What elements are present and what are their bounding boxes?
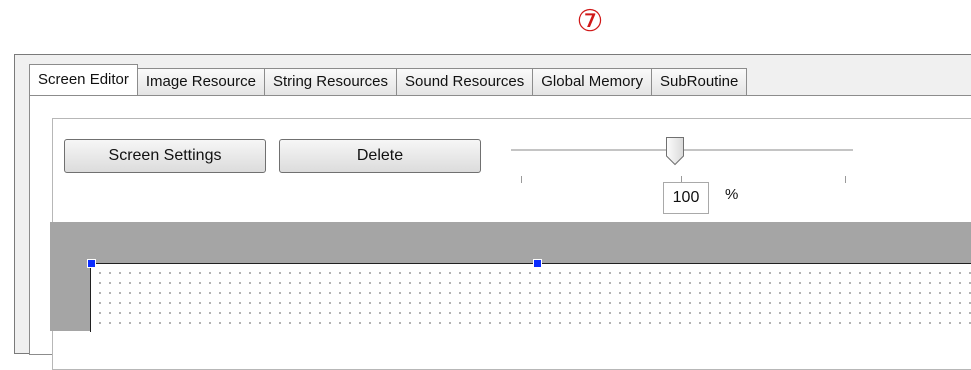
screen-settings-button[interactable]: Screen Settings bbox=[64, 139, 266, 173]
callout-marker: ⑦ bbox=[576, 4, 604, 39]
tab-sound-resources[interactable]: Sound Resources bbox=[396, 68, 534, 95]
zoom-unit-label: % bbox=[725, 186, 739, 203]
tab-subroutine[interactable]: SubRoutine bbox=[650, 68, 748, 95]
tab-image-resource[interactable]: Image Resource bbox=[136, 68, 265, 95]
zoom-value-field[interactable]: 100 bbox=[663, 182, 709, 214]
tab-strip: Screen Editor Image Resource String Reso… bbox=[29, 64, 748, 95]
delete-button[interactable]: Delete bbox=[279, 139, 481, 173]
zoom-slider-thumb[interactable] bbox=[665, 136, 685, 166]
tab-string-resources[interactable]: String Resources bbox=[263, 68, 398, 95]
slider-thumb-icon bbox=[666, 137, 685, 166]
screen-design-surface[interactable] bbox=[90, 263, 971, 332]
tab-global-memory[interactable]: Global Memory bbox=[532, 68, 652, 95]
tab-screen-editor[interactable]: Screen Editor bbox=[29, 64, 138, 95]
selection-handle-top-left[interactable] bbox=[87, 259, 96, 268]
zoom-slider-tick-min bbox=[521, 176, 522, 183]
selection-handle-top-center[interactable] bbox=[533, 259, 542, 268]
zoom-slider-tick-max bbox=[845, 176, 846, 183]
